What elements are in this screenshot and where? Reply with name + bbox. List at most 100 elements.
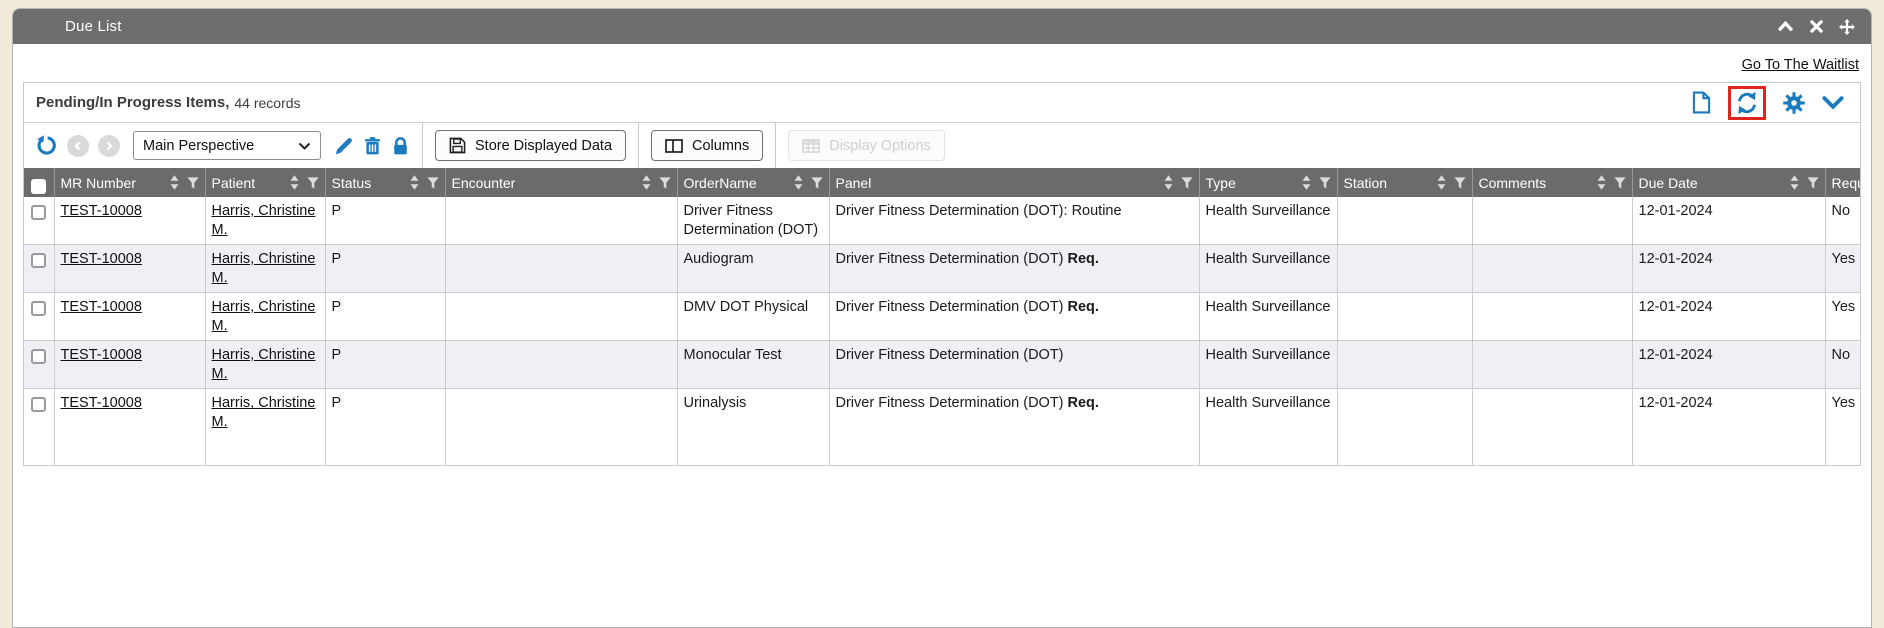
filter-icon[interactable] <box>1181 177 1193 189</box>
mr-number-link[interactable]: TEST-10008 <box>61 395 142 411</box>
col-header-panel[interactable]: Panel <box>829 168 1199 197</box>
trash-icon[interactable] <box>363 136 382 156</box>
col-header-ordername[interactable]: OrderName <box>677 168 829 197</box>
refresh-icon[interactable] <box>1735 91 1759 115</box>
patient-link[interactable]: Harris, Christine M. <box>212 299 316 334</box>
due-date-cell: 12-01-2024 <box>1632 245 1825 293</box>
filter-icon[interactable] <box>1454 177 1466 189</box>
close-icon[interactable] <box>1810 20 1823 33</box>
type-cell: Health Surveillance <box>1199 245 1337 293</box>
list-header: Pending/In Progress Items, 44 records <box>24 83 1860 123</box>
chevron-down-icon[interactable] <box>1822 96 1844 109</box>
new-document-icon[interactable] <box>1692 91 1711 114</box>
sort-icon[interactable] <box>1437 175 1446 190</box>
patient-link[interactable]: Harris, Christine M. <box>212 395 316 430</box>
filter-icon[interactable] <box>811 177 823 189</box>
row-checkbox[interactable] <box>31 349 46 364</box>
go-to-waitlist-link[interactable]: Go To The Waitlist <box>1742 57 1859 73</box>
table-row: TEST-10008 Harris, Christine M. P DMV DO… <box>24 293 1861 341</box>
move-icon[interactable] <box>1839 19 1855 35</box>
row-checkbox[interactable] <box>31 301 46 316</box>
filter-icon[interactable] <box>187 177 199 189</box>
required-cell: Yes <box>1825 245 1861 293</box>
perspective-group: Main Perspective <box>24 123 422 168</box>
required-cell: No <box>1825 197 1861 245</box>
collapse-chevron-up-icon[interactable] <box>1777 21 1794 32</box>
required-cell: No <box>1825 341 1861 389</box>
perspective-select[interactable]: Main Perspective <box>133 131 321 160</box>
filter-icon[interactable] <box>427 177 439 189</box>
mr-number-link[interactable]: TEST-10008 <box>61 251 142 267</box>
panel-cell: Driver Fitness Determination (DOT) <box>829 341 1199 389</box>
type-cell: Health Surveillance <box>1199 197 1337 245</box>
sort-icon[interactable] <box>170 175 179 190</box>
edit-pencil-icon[interactable] <box>334 136 354 156</box>
order-name-cell: DMV DOT Physical <box>677 293 829 341</box>
columns-button[interactable]: Columns <box>651 130 763 161</box>
due-date-cell: 12-01-2024 <box>1632 341 1825 389</box>
status-cell: P <box>325 341 445 389</box>
select-all-checkbox[interactable] <box>31 179 46 194</box>
select-chevron-icon <box>298 142 311 150</box>
display-options-grid-icon <box>802 139 820 153</box>
row-checkbox[interactable] <box>31 253 46 268</box>
lock-icon[interactable] <box>391 136 410 156</box>
list-title: Pending/In Progress Items, <box>36 94 229 111</box>
col-header-select-all <box>24 168 54 197</box>
sort-icon[interactable] <box>1597 175 1606 190</box>
col-header-due-date[interactable]: Due Date <box>1632 168 1825 197</box>
row-checkbox[interactable] <box>31 205 46 220</box>
patient-link[interactable]: Harris, Christine M. <box>212 251 316 286</box>
station-cell <box>1337 245 1472 293</box>
mr-number-link[interactable]: TEST-10008 <box>61 299 142 315</box>
patient-link[interactable]: Harris, Christine M. <box>212 347 316 382</box>
filter-icon[interactable] <box>1319 177 1331 189</box>
station-cell <box>1337 341 1472 389</box>
col-header-patient[interactable]: Patient <box>205 168 325 197</box>
filter-icon[interactable] <box>1614 177 1626 189</box>
sort-icon[interactable] <box>794 175 803 190</box>
sort-icon[interactable] <box>1164 175 1173 190</box>
row-checkbox[interactable] <box>31 397 46 412</box>
filter-icon[interactable] <box>307 177 319 189</box>
refresh-highlight-box <box>1728 86 1766 120</box>
station-cell <box>1337 389 1472 465</box>
filter-icon[interactable] <box>659 177 671 189</box>
table-row: TEST-10008 Harris, Christine M. P Driver… <box>24 197 1861 245</box>
mr-number-link[interactable]: TEST-10008 <box>61 347 142 363</box>
encounter-cell <box>445 389 677 465</box>
next-perspective-button-disabled[interactable] <box>98 135 120 157</box>
mr-number-link[interactable]: TEST-10008 <box>61 203 142 219</box>
table-row: TEST-10008 Harris, Christine M. P Audiog… <box>24 245 1861 293</box>
col-header-required[interactable]: Required <box>1825 168 1861 197</box>
filter-icon[interactable] <box>1807 177 1819 189</box>
status-cell: P <box>325 197 445 245</box>
col-header-comments[interactable]: Comments <box>1472 168 1632 197</box>
gear-icon[interactable] <box>1783 92 1805 114</box>
patient-link[interactable]: Harris, Christine M. <box>212 203 316 238</box>
sort-icon[interactable] <box>410 175 419 190</box>
undo-icon[interactable] <box>36 135 58 157</box>
col-header-encounter[interactable]: Encounter <box>445 168 677 197</box>
store-displayed-data-button[interactable]: Store Displayed Data <box>435 130 626 161</box>
col-header-station[interactable]: Station <box>1337 168 1472 197</box>
comments-cell <box>1472 293 1632 341</box>
prev-perspective-button-disabled[interactable] <box>67 135 89 157</box>
toolbar: Main Perspective <box>24 123 1860 168</box>
encounter-cell <box>445 197 677 245</box>
display-options-button-disabled[interactable]: Display Options <box>788 130 945 161</box>
col-header-status[interactable]: Status <box>325 168 445 197</box>
pending-items-box: Pending/In Progress Items, 44 records <box>23 82 1861 466</box>
sort-icon[interactable] <box>642 175 651 190</box>
sort-icon[interactable] <box>1302 175 1311 190</box>
panel-cell: Driver Fitness Determination (DOT): Rout… <box>829 197 1199 245</box>
titlebar: Due List <box>13 9 1871 44</box>
panel-cell: Driver Fitness Determination (DOT)Req. <box>829 245 1199 293</box>
sort-icon[interactable] <box>290 175 299 190</box>
station-cell <box>1337 293 1472 341</box>
sort-icon[interactable] <box>1790 175 1799 190</box>
columns-icon <box>665 139 683 153</box>
order-name-cell: Monocular Test <box>677 341 829 389</box>
col-header-type[interactable]: Type <box>1199 168 1337 197</box>
col-header-mr-number[interactable]: MR Number <box>54 168 205 197</box>
